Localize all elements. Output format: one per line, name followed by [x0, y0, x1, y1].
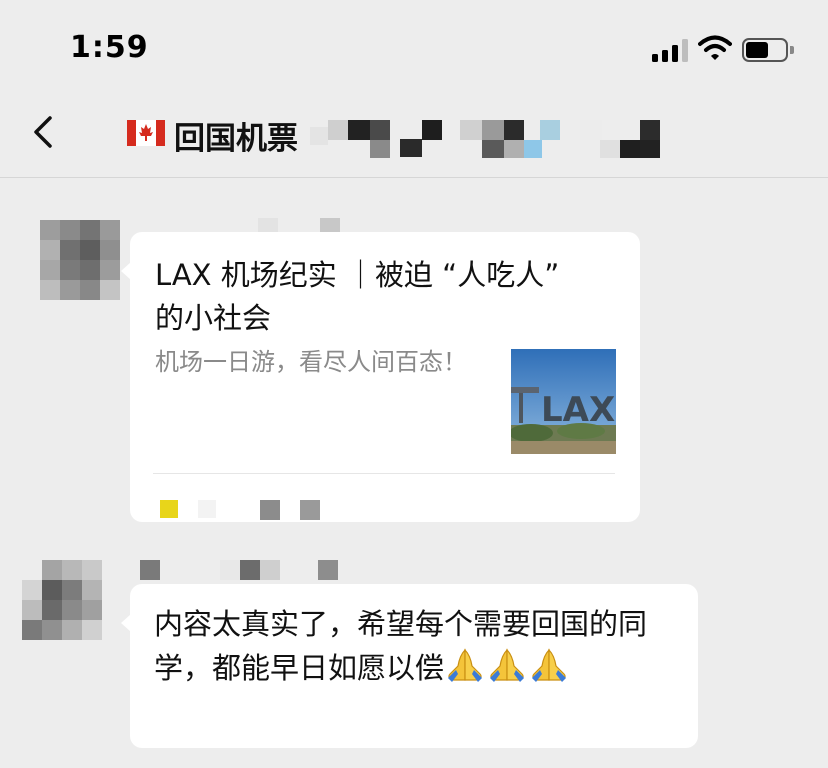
- cellular-signal-icon: [652, 38, 688, 62]
- nav-divider: [0, 177, 828, 178]
- card-source: [158, 496, 358, 520]
- battery-icon: [742, 38, 794, 62]
- chat-title: 回国机票: [174, 121, 298, 157]
- message-text: 内容太真实了，希望每个需要回国的同学，都能早日如愿以偿: [154, 607, 648, 685]
- folded-hands-icon: [490, 648, 525, 682]
- message-bubble[interactable]: 内容太真实了，希望每个需要回国的同学，都能早日如愿以偿: [121, 584, 698, 748]
- card-title: LAX 机场纪实 ｜被迫 “人吃人” 的小社会: [155, 258, 560, 335]
- avatar[interactable]: [40, 220, 120, 300]
- wifi-icon: [698, 35, 732, 60]
- status-time: 1:59: [70, 30, 149, 65]
- card-description: 机场一日游，看尽人间百态！: [155, 348, 467, 376]
- avatar[interactable]: [22, 560, 102, 640]
- source-badge-icon: [160, 500, 178, 518]
- link-card[interactable]: LAX 机场纪实 ｜被迫 “人吃人” 的小社会 机场一日游，看尽人间百态！ LA…: [121, 232, 640, 522]
- folded-hands-icon: [448, 648, 483, 682]
- folded-hands-icon: [532, 648, 567, 682]
- redacted-group-name: [310, 117, 660, 161]
- card-thumbnail: LAX: [511, 349, 616, 454]
- emoji-group: [444, 648, 570, 685]
- canada-flag-icon: [127, 120, 165, 146]
- redacted-sender-name: [140, 560, 340, 582]
- back-button[interactable]: [22, 108, 66, 156]
- card-separator: [153, 473, 615, 474]
